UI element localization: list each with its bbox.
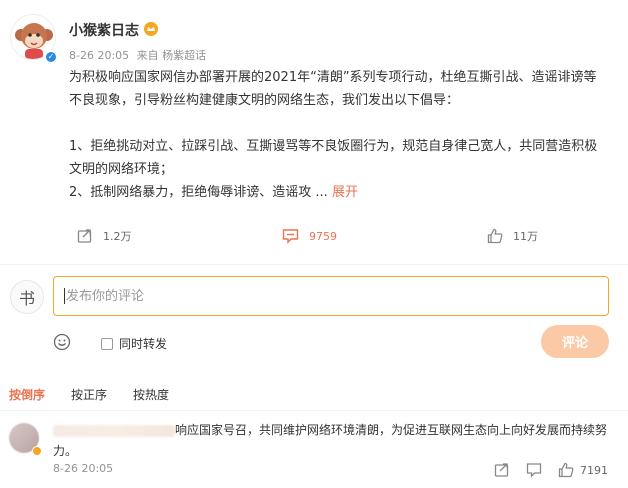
expand-link[interactable]: 展开 (332, 185, 358, 200)
divider (0, 410, 628, 411)
emoji-icon[interactable] (53, 333, 71, 351)
like-count: 11万 (513, 230, 538, 243)
repost-checkbox[interactable]: 同时转发 (101, 335, 167, 352)
comment-button[interactable]: 9759 (282, 228, 337, 244)
post-paragraph-last: 2、抵制网络暴力，拒绝侮辱诽谤、造谣攻 ... 展开 (69, 181, 609, 204)
submit-comment-button[interactable]: 评论 (541, 325, 609, 358)
tab-hot[interactable]: 按热度 (133, 386, 169, 403)
reply-icon[interactable] (526, 462, 542, 478)
comment-input[interactable] (54, 277, 608, 315)
comment-count: 9759 (309, 229, 337, 243)
share-icon[interactable] (494, 462, 510, 478)
comment-like-count: 7191 (580, 463, 608, 477)
comment-icon (282, 229, 299, 244)
post-content: 为积极响应国家网信办部署开展的2021年“清朗”系列专项行动，杜绝互撕引战、造谣… (69, 66, 609, 204)
tab-reverse[interactable]: 按倒序 (9, 386, 45, 403)
commenter-badge-icon (32, 446, 42, 456)
repost-count: 1.2万 (103, 230, 132, 243)
member-crown-icon[interactable] (144, 22, 158, 36)
post-paragraph-text: 2、抵制网络暴力，拒绝侮辱诽谤、造谣攻 ... (69, 185, 332, 200)
like-button[interactable]: 11万 (487, 228, 538, 244)
post-paragraph: 为积极响应国家网信办部署开展的2021年“清朗”系列专项行动，杜绝互撕引战、造谣… (69, 70, 597, 108)
repost-checkbox-label: 同时转发 (119, 337, 168, 351)
author-name[interactable]: 小猴紫日志 (69, 20, 139, 40)
repost-icon (77, 229, 92, 243)
post-paragraph: 1、拒绝挑动对立、拉踩引战、互撕谩骂等不良饭圈行为，规范自身律己宽人，共同营造积… (69, 139, 598, 177)
thumbs-up-icon (487, 228, 503, 244)
tab-forward[interactable]: 按正序 (71, 386, 107, 403)
post-source[interactable]: 来自 杨紫超话 (137, 49, 207, 62)
author-avatar-wrap[interactable]: ✓ (10, 14, 60, 64)
verified-badge-icon: ✓ (44, 50, 58, 64)
divider (0, 264, 628, 265)
comment-like-button[interactable]: 7191 (558, 462, 608, 478)
text-caret (64, 288, 65, 304)
comment-actions: 7191 (494, 462, 608, 478)
thumbs-up-icon (558, 462, 574, 478)
sort-tabs: 按倒序 按正序 按热度 (9, 386, 195, 403)
comment-time: 8-26 20:05 (53, 462, 114, 475)
post-time[interactable]: 8-26 20:05 (69, 49, 129, 62)
comment-input-wrap[interactable] (53, 276, 609, 316)
post-action-bar: 1.2万 9759 11万 (0, 222, 628, 252)
my-avatar[interactable]: 书 (10, 280, 44, 314)
comment-text: 响应国家号召，共同维护网络环境清朗，为促进互联网生态向上向好发展而持续努力。 (53, 423, 608, 458)
post-meta: 8-26 20:05 来自 杨紫超话 (69, 47, 210, 63)
checkbox-box[interactable] (101, 337, 113, 350)
repost-button[interactable]: 1.2万 (77, 228, 132, 244)
